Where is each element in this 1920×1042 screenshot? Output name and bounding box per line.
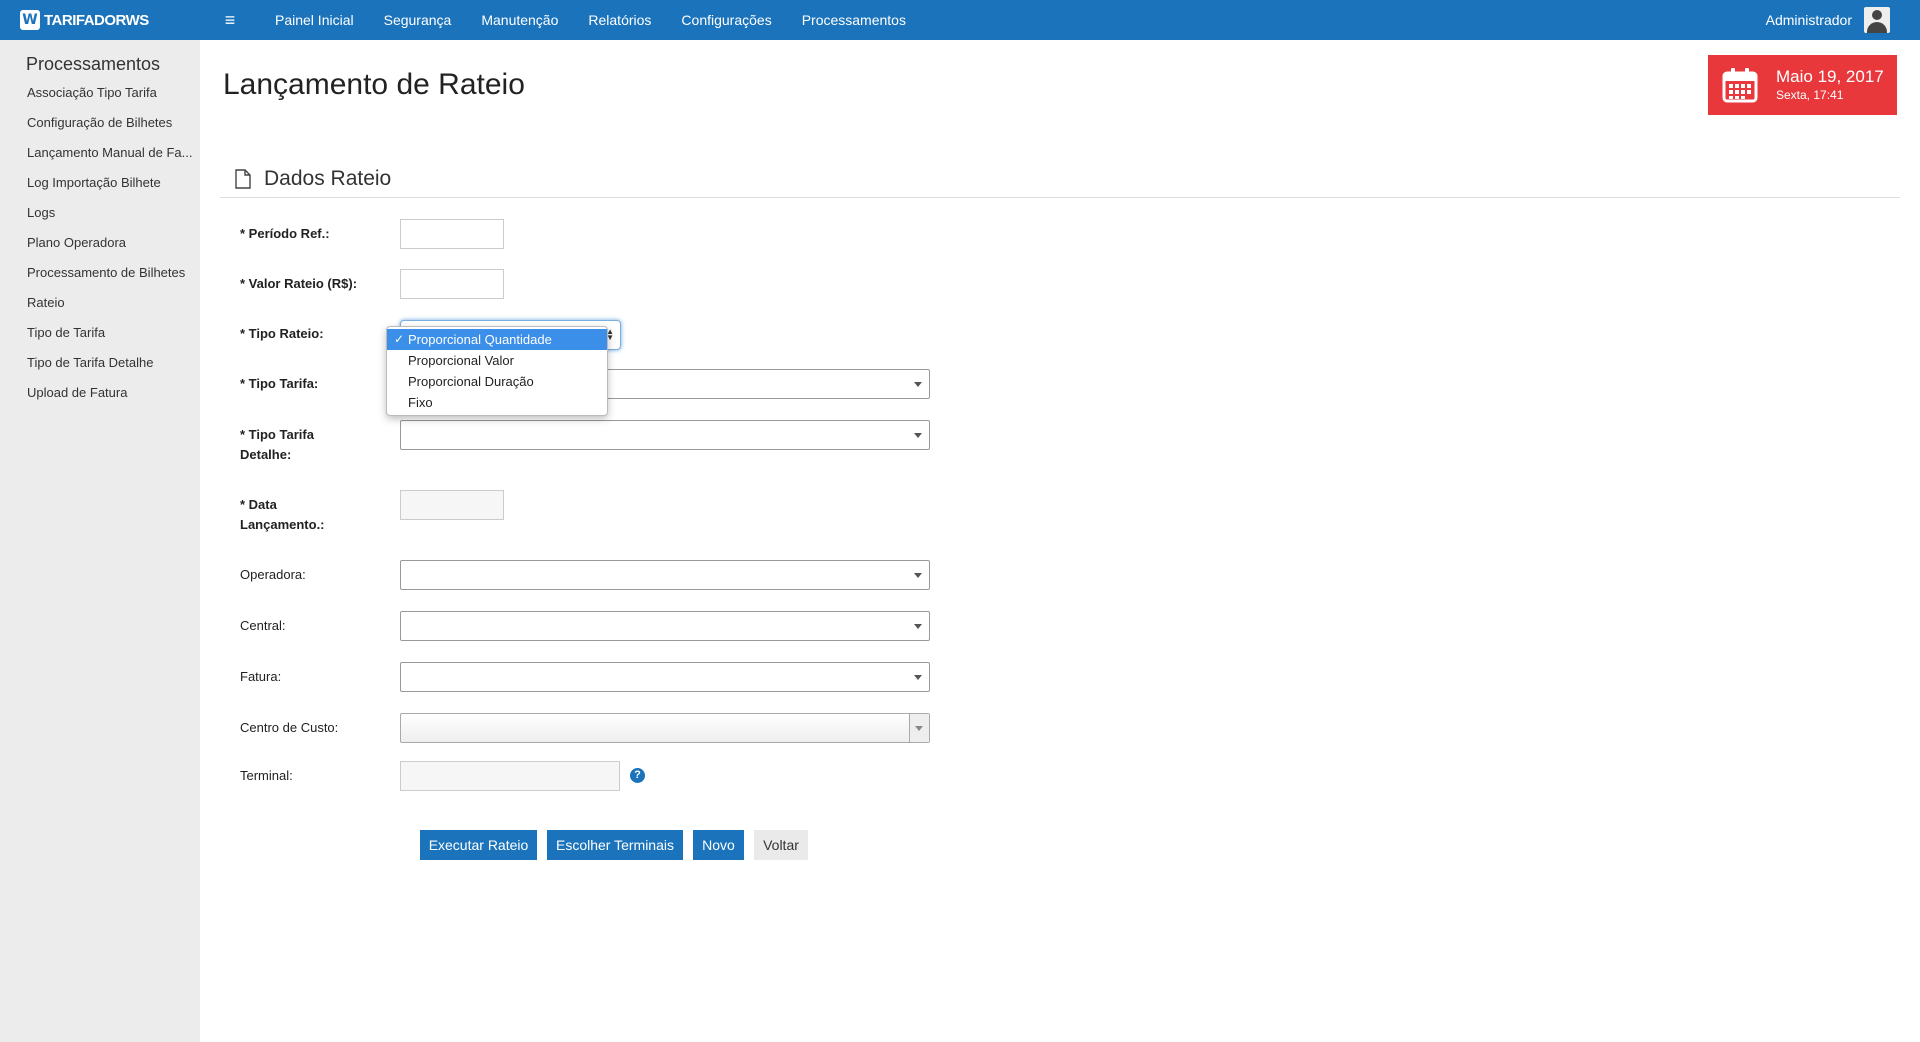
date-main: Maio 19, 2017 — [1776, 67, 1884, 86]
sidebar-item-log-importacao[interactable]: Log Importação Bilhete — [0, 173, 200, 203]
nav-painel-inicial[interactable]: Painel Inicial — [260, 0, 369, 40]
novo-button[interactable]: Novo — [693, 830, 744, 860]
main-nav: Painel Inicial Segurança Manutenção Rela… — [260, 0, 921, 40]
sidebar: Processamentos Associação Tipo Tarifa Co… — [0, 40, 200, 1042]
chevron-down-icon — [914, 433, 922, 438]
option-label: Fixo — [408, 395, 433, 410]
operadora-select[interactable] — [400, 560, 930, 590]
option-fixo[interactable]: Fixo — [387, 392, 607, 413]
centro-custo-select[interactable] — [400, 713, 930, 743]
chevron-down-icon — [915, 726, 923, 731]
check-icon: ✓ — [394, 332, 405, 346]
nav-relatorios[interactable]: Relatórios — [573, 0, 666, 40]
sidebar-item-plano-operadora[interactable]: Plano Operadora — [0, 233, 200, 263]
chevron-down-icon — [914, 573, 922, 578]
label-valor-rateio: * Valor Rateio (R$): — [240, 276, 358, 291]
nav-configuracoes[interactable]: Configurações — [666, 0, 786, 40]
label-data-lancamento: * Data Lançamento.: — [240, 495, 325, 535]
sidebar-item-logs[interactable]: Logs — [0, 203, 200, 233]
voltar-button[interactable]: Voltar — [754, 830, 808, 860]
section-title: Dados Rateio — [264, 166, 392, 190]
brand-name: TARIFADORWS — [44, 11, 149, 29]
sidebar-item-processamento-bilhetes[interactable]: Processamento de Bilhetes — [0, 263, 200, 293]
page-title: Lançamento de Rateio — [223, 68, 525, 101]
date-widget: Maio 19, 2017 Sexta, 17:41 — [1708, 55, 1897, 115]
chevron-down-icon — [914, 382, 922, 387]
periodo-ref-input[interactable] — [400, 219, 504, 249]
sidebar-item-tipo-tarifa-detalhe[interactable]: Tipo de Tarifa Detalhe — [0, 353, 200, 383]
label-fatura: Fatura: — [240, 669, 282, 684]
brand-logo-icon: W — [20, 10, 40, 30]
sidebar-item-lancamento-manual[interactable]: Lançamento Manual de Fa... — [0, 143, 200, 173]
data-lancamento-input[interactable] — [400, 490, 504, 520]
document-icon — [235, 168, 251, 189]
date-sub: Sexta, 17:41 — [1776, 88, 1844, 102]
help-icon[interactable]: ? — [630, 768, 645, 783]
option-proporcional-duracao[interactable]: Proporcional Duração — [387, 371, 607, 392]
user-menu[interactable]: Administrador — [1766, 0, 1890, 40]
sidebar-item-configuracao-bilhetes[interactable]: Configuração de Bilhetes — [0, 113, 200, 143]
option-proporcional-quantidade[interactable]: ✓ Proporcional Quantidade — [387, 329, 607, 350]
nav-manutencao[interactable]: Manutenção — [466, 0, 573, 40]
option-label: Proporcional Duração — [408, 374, 534, 389]
terminal-input[interactable] — [400, 761, 620, 791]
executar-rateio-button[interactable]: Executar Rateio — [420, 830, 537, 860]
chevron-down-icon — [914, 624, 922, 629]
label-central: Central: — [240, 618, 286, 633]
calendar-icon — [1722, 68, 1758, 103]
tipo-rateio-dropdown: ✓ Proporcional Quantidade Proporcional V… — [386, 326, 608, 416]
valor-rateio-input[interactable] — [400, 269, 504, 299]
nav-seguranca[interactable]: Segurança — [369, 0, 467, 40]
nav-processamentos[interactable]: Processamentos — [787, 0, 921, 40]
top-navbar: W TARIFADORWS ≡ Painel Inicial Segurança… — [0, 0, 1920, 40]
label-data-lancamento-line2: Lançamento.: — [240, 517, 325, 532]
tipo-tarifa-detalhe-select[interactable] — [400, 420, 930, 450]
central-select[interactable] — [400, 611, 930, 641]
label-periodo-ref: * Período Ref.: — [240, 226, 330, 241]
fatura-select[interactable] — [400, 662, 930, 692]
avatar-icon — [1864, 7, 1890, 33]
label-tipo-tarifa-detalhe: * Tipo Tarifa Detalhe: — [240, 425, 314, 465]
label-tipo-tarifa-detalhe-line2: Detalhe: — [240, 447, 292, 462]
brand[interactable]: W TARIFADORWS — [20, 10, 210, 30]
label-tipo-tarifa: * Tipo Tarifa: — [240, 376, 319, 391]
label-centro-custo: Centro de Custo: — [240, 720, 339, 735]
user-name: Administrador — [1765, 12, 1852, 28]
chevron-down-icon — [914, 675, 922, 680]
label-operadora: Operadora: — [240, 567, 306, 582]
label-tipo-tarifa-detalhe-line1: * Tipo Tarifa — [240, 427, 314, 442]
option-proporcional-valor[interactable]: Proporcional Valor — [387, 350, 607, 371]
sidebar-item-rateio[interactable]: Rateio — [0, 293, 200, 323]
sidebar-item-associacao-tipo-tarifa[interactable]: Associação Tipo Tarifa — [0, 83, 200, 113]
hamburger-menu-icon[interactable]: ≡ — [210, 10, 250, 31]
sidebar-title: Processamentos — [26, 54, 161, 74]
label-data-lancamento-line1: * Data — [240, 497, 277, 512]
label-terminal: Terminal: — [240, 768, 293, 783]
section-header: Dados Rateio — [220, 160, 1900, 198]
sidebar-item-tipo-tarifa[interactable]: Tipo de Tarifa — [0, 323, 200, 353]
option-label: Proporcional Valor — [408, 353, 514, 368]
label-tipo-rateio: * Tipo Rateio: — [240, 326, 324, 341]
escolher-terminais-button[interactable]: Escolher Terminais — [547, 830, 683, 860]
sidebar-item-upload-fatura[interactable]: Upload de Fatura — [0, 383, 200, 413]
option-label: Proporcional Quantidade — [408, 332, 552, 347]
